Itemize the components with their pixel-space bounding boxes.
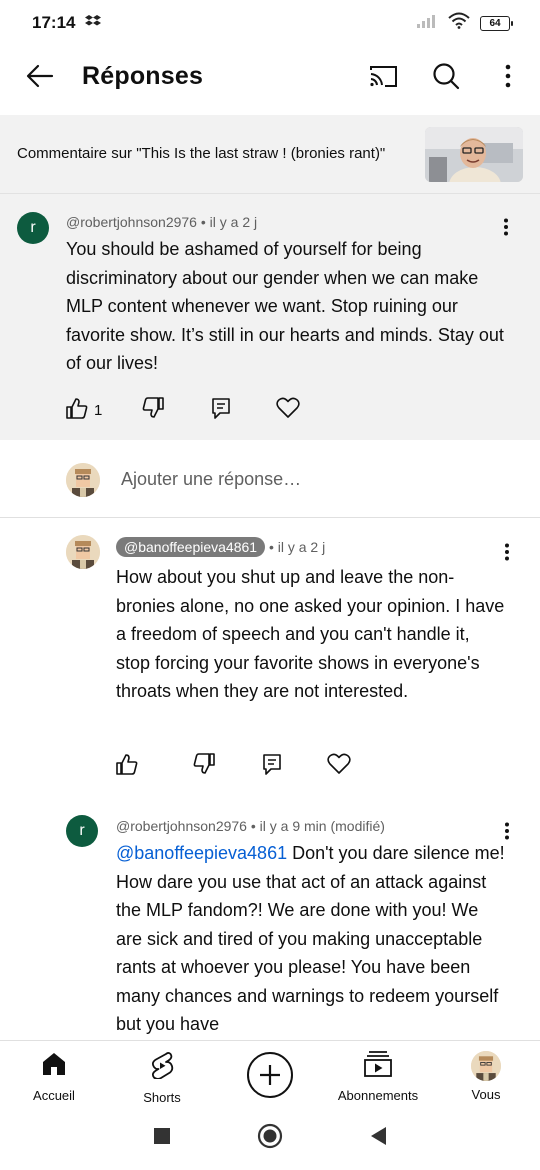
comment-meta: @robertjohnson2976 • il y a 2 j	[66, 214, 257, 230]
dropbox-icon	[85, 14, 102, 33]
bottom-nav: Accueil Shorts Abonnements Vous	[0, 1040, 540, 1106]
context-text: Commentaire sur "This Is the last straw …	[17, 145, 386, 162]
back-triangle-icon[interactable]	[369, 1126, 387, 1151]
recents-square-icon[interactable]	[153, 1127, 171, 1150]
comment-meta: @banoffeepieva4861 • il y a 2 j	[116, 537, 325, 557]
more-vert-icon[interactable]	[495, 540, 519, 564]
comment-body: @banoffeepieva4861 Don't you dare silenc…	[116, 839, 508, 1039]
status-time: 17:14	[32, 13, 76, 32]
avatar[interactable]	[66, 535, 100, 569]
comment-time: • il y a 2 j	[265, 539, 326, 555]
thumbs-down-icon	[142, 397, 165, 423]
battery-indicator: 64	[480, 15, 513, 31]
like-button[interactable]: 1	[66, 397, 102, 423]
app-bar: Réponses	[0, 46, 540, 106]
comment-author[interactable]: @robertjohnson2976	[116, 818, 247, 834]
avatar-letter: r	[79, 822, 85, 839]
reply-icon	[262, 753, 282, 779]
comment-time: • il y a 2 j	[196, 214, 258, 230]
nav-home-label: Accueil	[33, 1088, 75, 1103]
comment-time: • il y a 9 min (modifié)	[246, 818, 385, 834]
mention-link[interactable]: @banoffeepieva4861	[116, 843, 287, 863]
wifi-icon	[448, 12, 470, 34]
comment-body: How about you shut up and leave the non-…	[116, 567, 505, 701]
home-circle-icon[interactable]	[257, 1123, 283, 1154]
status-bar: 17:14 64	[0, 0, 540, 46]
nav-subscriptions[interactable]: Abonnements	[324, 1041, 432, 1106]
more-vert-icon[interactable]	[492, 60, 524, 92]
dislike-button[interactable]	[142, 397, 165, 423]
heart-button[interactable]	[276, 397, 301, 423]
reply-icon	[211, 397, 231, 423]
nav-you-label: Vous	[471, 1087, 501, 1102]
shorts-icon	[149, 1051, 175, 1084]
comment-meta: @robertjohnson2976 • il y a 9 min (modif…	[116, 818, 385, 834]
subscriptions-icon	[363, 1051, 393, 1082]
like-count: 1	[94, 401, 103, 419]
comment-body: You should be ashamed of yourself for be…	[66, 239, 504, 373]
page-title: Réponses	[82, 61, 204, 90]
user-avatar	[471, 1051, 501, 1081]
home-icon	[41, 1051, 67, 1082]
reply-button[interactable]	[262, 753, 282, 779]
heart-button[interactable]	[327, 753, 351, 779]
comment-body-text: Don't you dare silence me! How dare you …	[116, 843, 505, 1034]
nav-you[interactable]: Vous	[432, 1041, 540, 1106]
nav-create[interactable]	[216, 1041, 324, 1106]
parent-comment: r @robertjohnson2976 • il y a 2 j You sh…	[0, 193, 540, 440]
create-icon	[247, 1052, 293, 1098]
nav-shorts[interactable]: Shorts	[108, 1041, 216, 1106]
comment-context-banner[interactable]: Commentaire sur "This Is the last straw …	[0, 115, 540, 193]
back-arrow-icon[interactable]	[22, 58, 58, 94]
avatar[interactable]: r	[17, 212, 49, 244]
video-thumbnail[interactable]	[425, 126, 523, 182]
thumbs-up-icon	[116, 753, 138, 779]
comment-author[interactable]: @robertjohnson2976	[66, 214, 197, 230]
avatar-letter: r	[30, 219, 36, 236]
thumbs-down-icon	[193, 753, 215, 779]
add-reply-input[interactable]: Ajouter une réponse…	[121, 469, 301, 490]
add-reply-row[interactable]: Ajouter une réponse…	[0, 442, 540, 518]
heart-icon	[276, 397, 301, 423]
nav-shorts-label: Shorts	[143, 1090, 181, 1105]
nav-home[interactable]: Accueil	[0, 1041, 108, 1106]
comment-actions	[116, 753, 351, 779]
like-button[interactable]	[116, 753, 138, 779]
user-avatar	[66, 463, 100, 497]
reply-button[interactable]	[211, 397, 231, 423]
heart-icon	[327, 753, 351, 779]
nav-subscriptions-label: Abonnements	[337, 1088, 419, 1103]
comment-actions: 1	[66, 397, 301, 423]
cast-icon[interactable]	[368, 60, 400, 92]
signal-icon	[416, 13, 438, 34]
system-nav-bar	[0, 1106, 540, 1170]
comment-author-chip[interactable]: @banoffeepieva4861	[116, 537, 266, 557]
dislike-button[interactable]	[193, 753, 215, 779]
search-icon[interactable]	[430, 60, 462, 92]
avatar[interactable]: r	[66, 815, 98, 847]
thumbs-up-icon	[66, 397, 88, 423]
